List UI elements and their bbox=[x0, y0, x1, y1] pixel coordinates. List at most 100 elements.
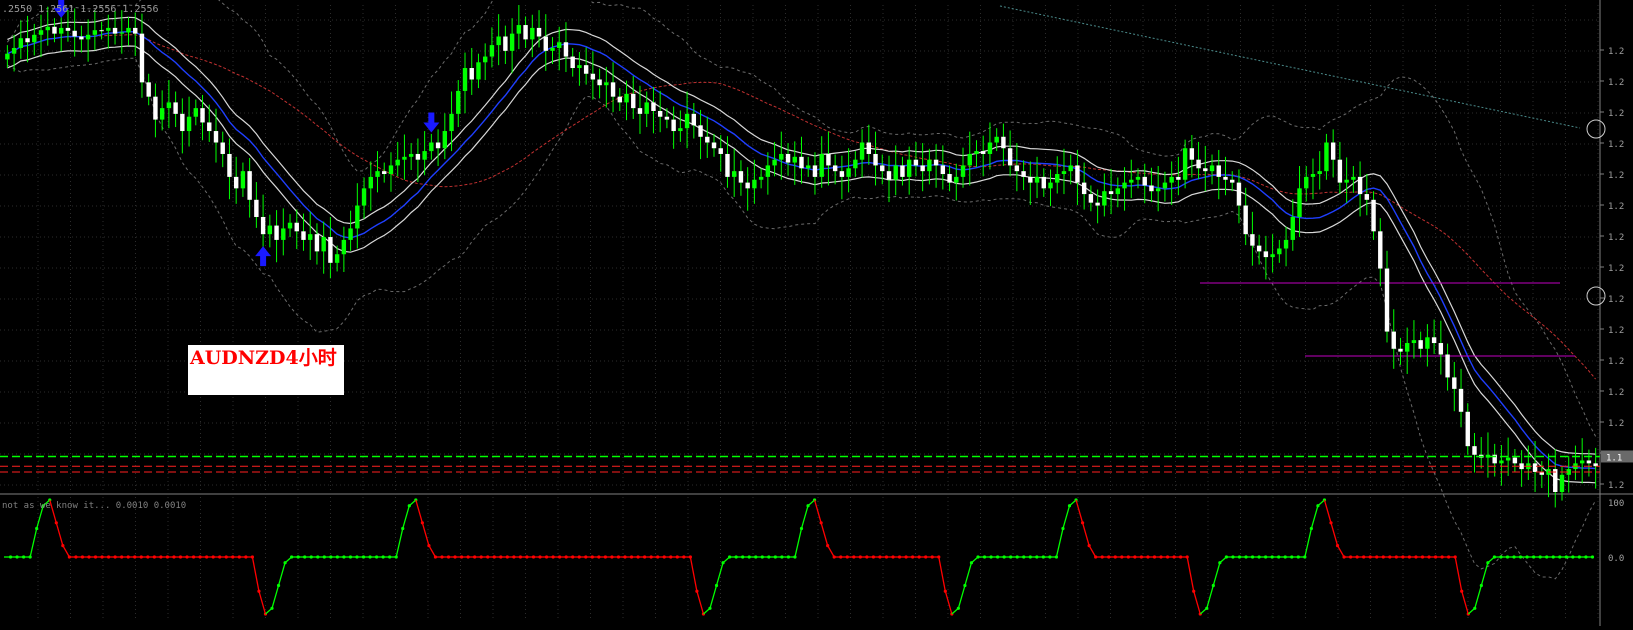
candle-body bbox=[1310, 174, 1316, 177]
candle-body bbox=[72, 30, 77, 37]
candle-body bbox=[173, 102, 178, 114]
axis-tick-label: 1.2 bbox=[1608, 109, 1624, 119]
candle-body bbox=[435, 142, 441, 149]
candle-body bbox=[617, 96, 622, 103]
candle-body bbox=[159, 108, 165, 120]
candle-body bbox=[503, 36, 508, 51]
candle-body bbox=[806, 165, 811, 169]
axis-tick-label: 1.2 bbox=[1608, 357, 1624, 367]
candle-body bbox=[79, 36, 84, 40]
candle-body bbox=[1378, 231, 1383, 269]
candle-body bbox=[139, 33, 145, 83]
candle-body bbox=[913, 159, 919, 166]
candle-body bbox=[698, 125, 703, 137]
candle-body bbox=[900, 165, 905, 177]
candle-body bbox=[5, 53, 10, 60]
candle-body bbox=[563, 42, 569, 57]
candle-body bbox=[893, 165, 898, 180]
candle-body bbox=[1297, 188, 1302, 217]
candle-body bbox=[1344, 179, 1349, 183]
candle-body bbox=[1458, 388, 1464, 412]
candle-body bbox=[1155, 188, 1161, 192]
candle-body bbox=[489, 45, 495, 57]
axis-tick-label: 1.2 bbox=[1608, 264, 1624, 274]
candle-body bbox=[133, 27, 138, 34]
candle-body bbox=[691, 113, 697, 126]
candle-body bbox=[1431, 337, 1437, 344]
candle-body bbox=[1317, 171, 1322, 175]
candle-body bbox=[1324, 142, 1329, 172]
candle-body bbox=[577, 65, 582, 69]
candle-body bbox=[1007, 148, 1013, 166]
candle-body bbox=[395, 159, 400, 166]
candle-body bbox=[59, 27, 64, 34]
candle-body bbox=[523, 25, 528, 40]
candle-body bbox=[846, 168, 851, 177]
candle-body bbox=[422, 151, 427, 160]
candle-body bbox=[456, 90, 461, 114]
axis-tick-label: 1.2 bbox=[1608, 233, 1624, 243]
candle-body bbox=[1411, 340, 1417, 344]
candle-body bbox=[1283, 239, 1289, 249]
candle-body bbox=[1243, 205, 1248, 235]
candle-body bbox=[657, 110, 663, 117]
candle-body bbox=[880, 165, 885, 172]
candle-body bbox=[1216, 165, 1221, 177]
candle-body bbox=[1028, 176, 1033, 183]
candle-body bbox=[1438, 343, 1444, 355]
candle-body bbox=[408, 153, 414, 157]
candle-body bbox=[482, 56, 488, 63]
candle-body bbox=[260, 216, 266, 235]
candle-body bbox=[415, 153, 421, 160]
candle-body bbox=[1162, 182, 1168, 189]
candle-body bbox=[779, 153, 784, 160]
candle-body bbox=[1579, 460, 1585, 464]
candle-body bbox=[725, 153, 730, 177]
candle-body bbox=[631, 93, 636, 109]
candle-body bbox=[45, 26, 50, 31]
candle-body bbox=[334, 254, 340, 263]
candle-body bbox=[213, 131, 219, 143]
candle-body bbox=[947, 174, 952, 183]
candle-body bbox=[254, 199, 259, 217]
candle-body bbox=[873, 153, 878, 166]
candle-body bbox=[785, 153, 791, 163]
candle-body bbox=[752, 179, 757, 189]
candle-body bbox=[220, 142, 225, 154]
candle-body bbox=[1129, 179, 1134, 183]
candle-body bbox=[570, 56, 575, 69]
candle-body bbox=[981, 151, 986, 154]
candle-body bbox=[1404, 343, 1410, 352]
candle-body bbox=[1330, 142, 1336, 160]
candle-body bbox=[933, 159, 939, 166]
candle-body bbox=[388, 165, 394, 175]
candle-body bbox=[1021, 171, 1026, 177]
candle-body bbox=[321, 237, 326, 252]
candle-body bbox=[1149, 185, 1154, 192]
candle-body bbox=[462, 68, 468, 91]
candle-body bbox=[792, 156, 797, 163]
candle-body bbox=[1445, 354, 1450, 378]
axis-tick-label: 1.2 bbox=[1608, 295, 1624, 305]
candle-body bbox=[604, 82, 609, 86]
candle-body bbox=[1041, 176, 1046, 189]
candle-body bbox=[92, 30, 98, 35]
candle-body bbox=[348, 228, 353, 240]
candle-body bbox=[974, 151, 979, 154]
candle-body bbox=[509, 33, 515, 51]
candle-body bbox=[543, 36, 548, 51]
candle-body bbox=[1263, 251, 1269, 258]
candle-body bbox=[25, 38, 30, 43]
candle-body bbox=[651, 102, 656, 111]
candle-body bbox=[1189, 148, 1195, 160]
candle-body bbox=[1196, 159, 1201, 169]
candle-body bbox=[1505, 457, 1511, 461]
candle-body bbox=[1182, 148, 1188, 180]
candle-body bbox=[247, 171, 252, 200]
candle-body bbox=[402, 156, 407, 160]
candle-body bbox=[496, 36, 501, 46]
candle-body bbox=[637, 108, 643, 114]
axis-tick-label: 1.2 bbox=[1608, 326, 1624, 336]
candle-body bbox=[476, 62, 481, 80]
price-chart: 1.2 1.2 1.2 1.2 1.2 1.2 1.2 1.2 1.2 1.2 1.2 1.2 1.2 1… bbox=[0, 0, 1633, 626]
